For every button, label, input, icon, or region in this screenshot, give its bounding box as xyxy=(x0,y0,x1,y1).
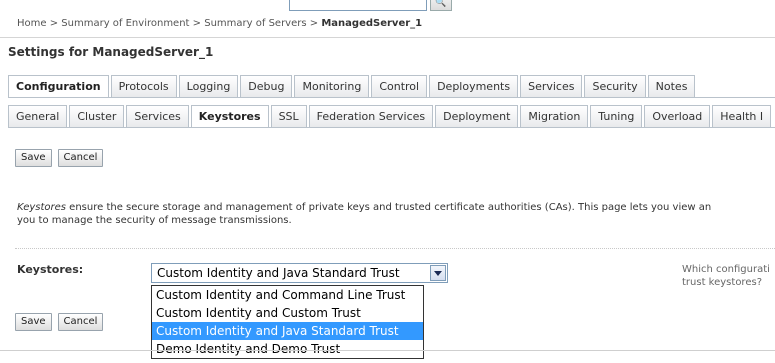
subtab-services[interactable]: Services xyxy=(126,105,189,127)
search-icon: 🔍 xyxy=(435,0,447,8)
breadcrumb: Home > Summary of Environment > Summary … xyxy=(17,18,422,29)
tab-notes[interactable]: Notes xyxy=(647,75,696,97)
description-text: ensure the secure storage and management… xyxy=(66,202,712,213)
save-button[interactable]: Save xyxy=(15,313,52,331)
save-button[interactable]: Save xyxy=(15,149,52,167)
search-input[interactable] xyxy=(289,0,427,11)
dropdown-option[interactable]: Demo Identity and Demo Trust xyxy=(152,340,423,358)
tab-configuration[interactable]: Configuration xyxy=(8,75,109,97)
breadcrumb-separator: > xyxy=(309,18,319,29)
breadcrumb-summary-servers[interactable]: Summary of Servers xyxy=(204,18,306,29)
subtab-tuning[interactable]: Tuning xyxy=(590,105,643,127)
divider xyxy=(0,37,775,38)
subtab-federation-services[interactable]: Federation Services xyxy=(308,105,434,127)
page-title: Settings for ManagedServer_1 xyxy=(8,45,214,59)
sub-tab-bar-underline xyxy=(8,127,775,128)
dropdown-option[interactable]: Custom Identity and Command Line Trust xyxy=(152,286,423,304)
breadcrumb-current: ManagedServer_1 xyxy=(321,18,423,29)
keystores-select[interactable]: Custom Identity and Java Standard Trust xyxy=(151,263,448,283)
subtab-ssl[interactable]: SSL xyxy=(270,105,307,127)
tab-deployments[interactable]: Deployments xyxy=(429,75,519,97)
sub-tab-bar: General Cluster Services Keystores SSL F… xyxy=(8,105,773,127)
page-description: Keystores ensure the secure storage and … xyxy=(17,201,775,227)
keystores-label: Keystores: xyxy=(17,263,84,276)
divider xyxy=(0,350,775,351)
breadcrumb-summary-environment[interactable]: Summary of Environment xyxy=(61,18,189,29)
tab-bar-underline xyxy=(8,97,775,98)
breadcrumb-separator: > xyxy=(192,18,202,29)
cancel-button[interactable]: Cancel xyxy=(57,149,104,167)
tab-monitoring[interactable]: Monitoring xyxy=(294,75,370,97)
description-text-line2: you to manage the security of message tr… xyxy=(17,215,292,226)
subtab-overload[interactable]: Overload xyxy=(644,105,711,127)
subtab-keystores[interactable]: Keystores xyxy=(190,105,269,127)
cancel-button[interactable]: Cancel xyxy=(57,313,104,331)
tab-debug[interactable]: Debug xyxy=(240,75,293,97)
subtab-health[interactable]: Health I xyxy=(712,105,772,127)
subtab-migration[interactable]: Migration xyxy=(520,105,589,127)
subtab-general[interactable]: General xyxy=(8,105,68,127)
dropdown-option[interactable]: Custom Identity and Custom Trust xyxy=(152,304,423,322)
keystores-help-text: Which configurati trust keystores? xyxy=(682,263,775,289)
subtab-cluster[interactable]: Cluster xyxy=(69,105,125,127)
breadcrumb-separator: > xyxy=(49,18,59,29)
description-term: Keystores xyxy=(17,202,66,213)
subtab-deployment[interactable]: Deployment xyxy=(435,105,519,127)
search-button[interactable]: 🔍 xyxy=(430,0,452,11)
top-search-strip: 🔍 xyxy=(0,0,775,16)
tab-security[interactable]: Security xyxy=(584,75,646,97)
top-button-row: Save Cancel xyxy=(15,149,104,167)
tab-control[interactable]: Control xyxy=(371,75,428,97)
keystores-dropdown-list: Custom Identity and Command Line Trust C… xyxy=(151,285,424,359)
breadcrumb-home[interactable]: Home xyxy=(17,18,47,29)
chevron-down-icon[interactable] xyxy=(430,265,446,281)
tab-services[interactable]: Services xyxy=(520,75,583,97)
bottom-button-row: Save Cancel xyxy=(15,313,104,331)
tab-logging[interactable]: Logging xyxy=(178,75,239,97)
help-line-2: trust keystores? xyxy=(682,277,762,288)
help-line-1: Which configurati xyxy=(682,264,770,275)
tab-protocols[interactable]: Protocols xyxy=(110,75,177,97)
top-tab-bar: Configuration Protocols Logging Debug Mo… xyxy=(8,75,697,97)
keystores-select-value: Custom Identity and Java Standard Trust xyxy=(157,266,400,280)
dropdown-option-highlighted[interactable]: Custom Identity and Java Standard Trust xyxy=(152,322,423,340)
divider xyxy=(15,248,775,249)
